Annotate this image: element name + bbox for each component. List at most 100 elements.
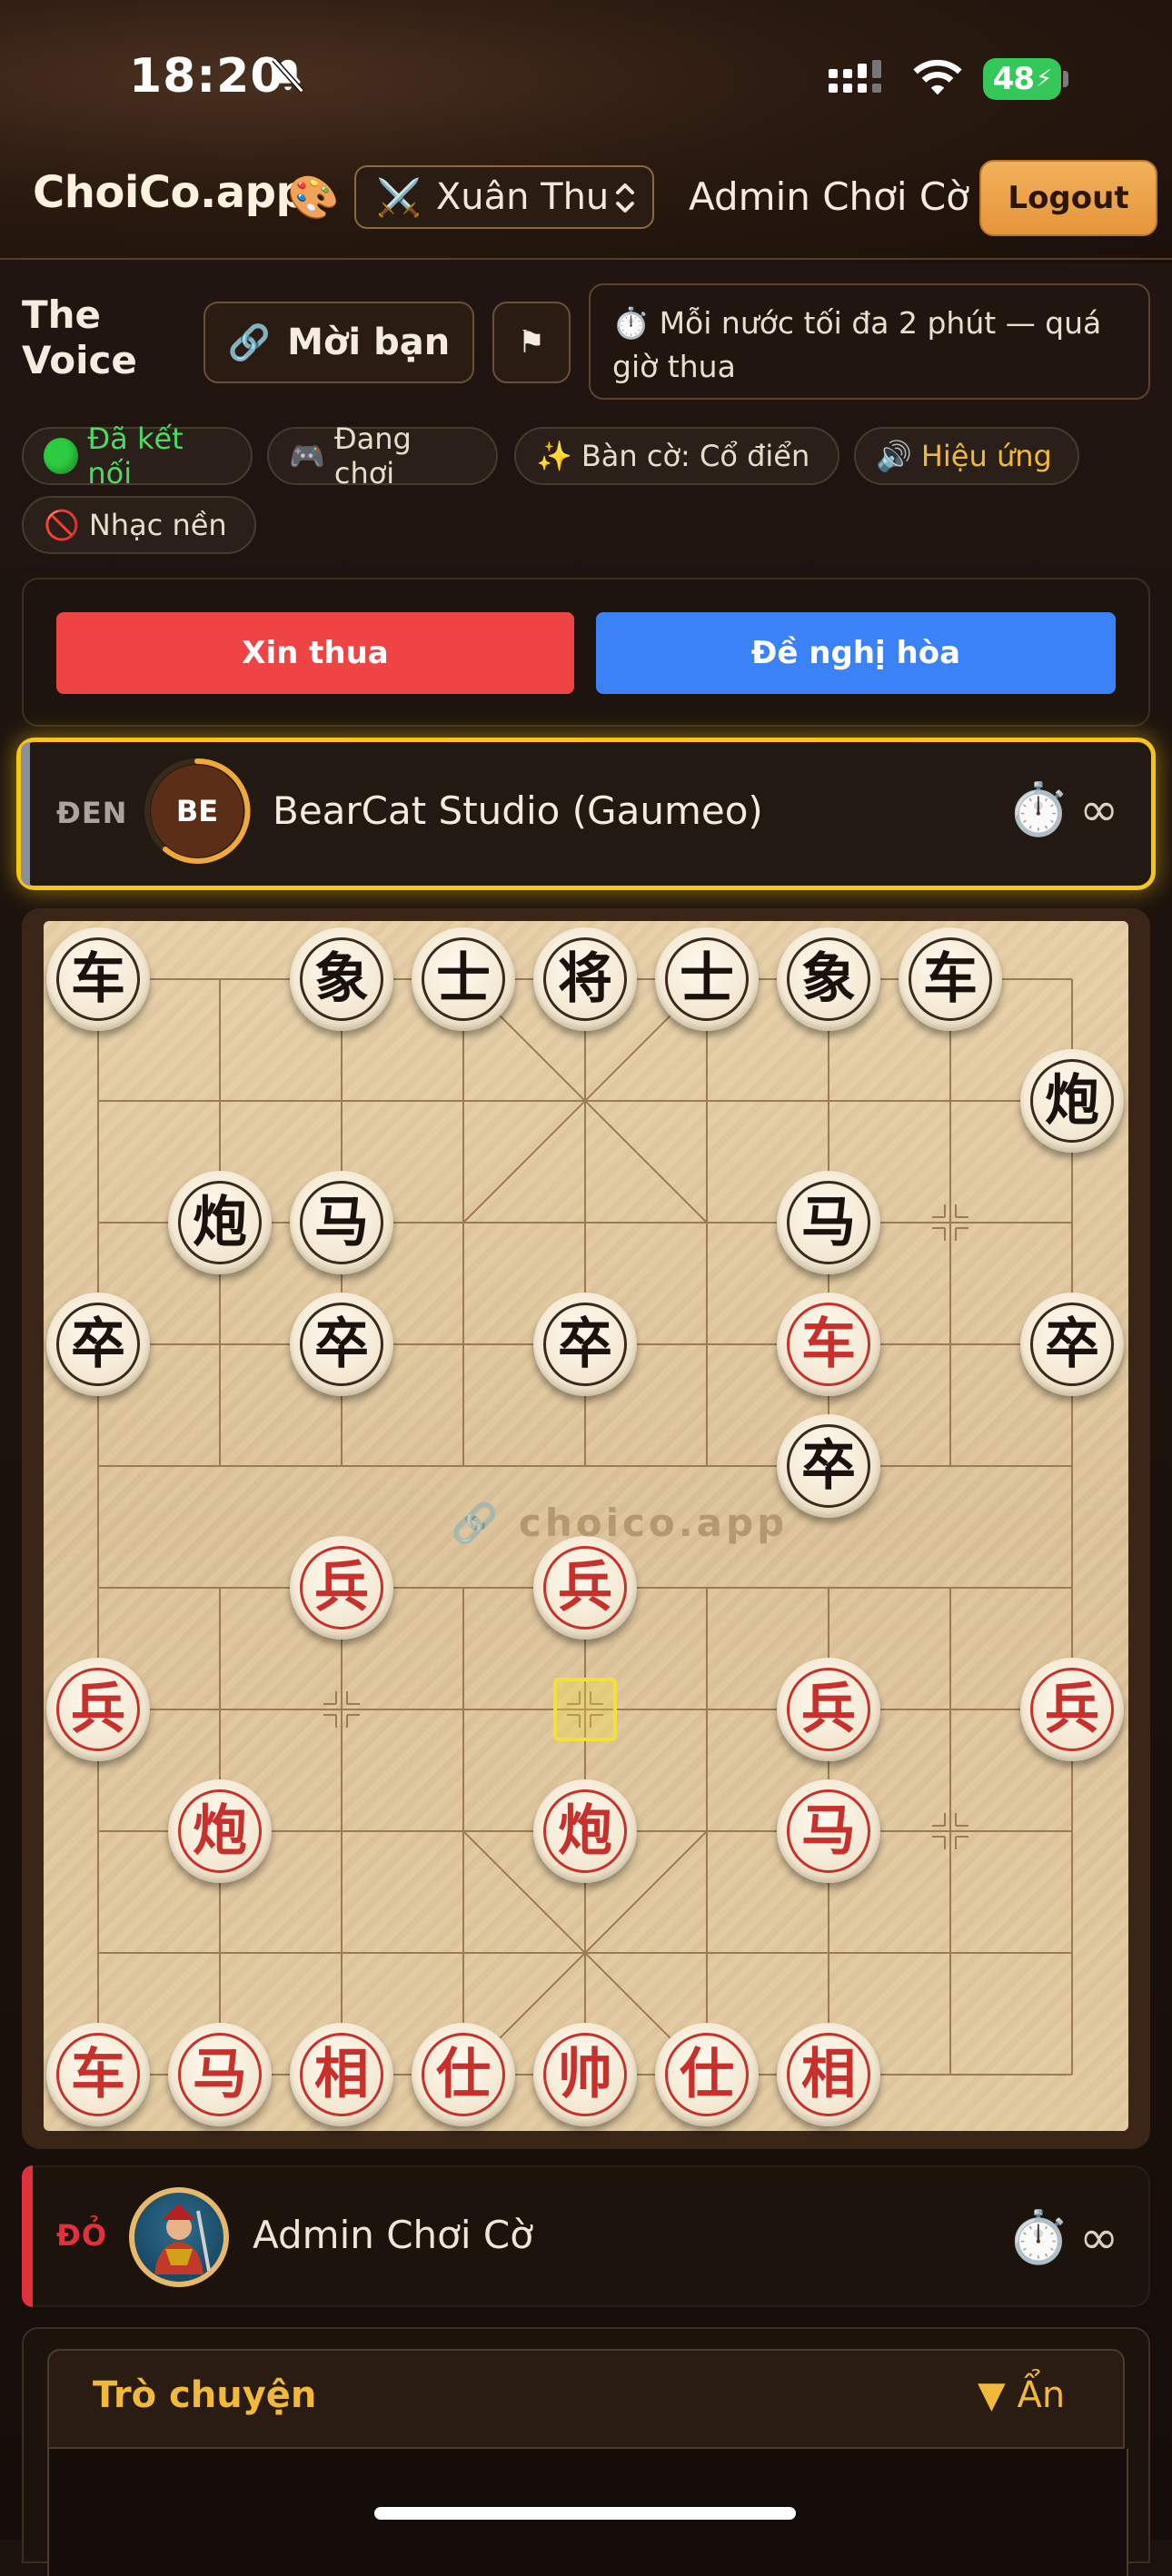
link-icon: 🔗 (227, 322, 272, 362)
piece-black[interactable]: 炮 (1020, 1049, 1124, 1153)
battery-cap (1063, 71, 1068, 87)
piece-black[interactable]: 卒 (1020, 1293, 1124, 1396)
stopwatch-icon: ⏱️ (1007, 780, 1070, 839)
flag-button[interactable]: ⚑ (492, 302, 571, 383)
piece-label: 士 (422, 937, 505, 1021)
piece-red[interactable]: 相 (777, 2023, 880, 2126)
piece-black[interactable]: 象 (777, 927, 880, 1031)
piece-label: 炮 (1030, 1059, 1114, 1143)
piece-black[interactable]: 马 (290, 1171, 393, 1274)
invite-friend-button[interactable]: 🔗 Mời bạn (204, 302, 474, 383)
red-side-strip (22, 2165, 33, 2307)
piece-label: 相 (300, 2033, 383, 2116)
board-style-label: Bàn cờ: Cổ điển (581, 439, 810, 473)
piece-label: 卒 (56, 1303, 140, 1386)
piece-red[interactable]: 兵 (1020, 1658, 1124, 1761)
piece-red[interactable]: 车 (46, 2023, 150, 2126)
room-select[interactable]: ⚔️ Xuân Thu (354, 165, 654, 229)
battery-charging-icon: 48 ⚡ (983, 58, 1061, 100)
invite-label: Mời bạn (287, 322, 451, 363)
piece-label: 象 (787, 937, 870, 1021)
sound-effects-label: Hiệu ứng (920, 439, 1052, 473)
swords-icon: ⚔️ (376, 176, 422, 219)
speaker-icon: 🔊 (876, 439, 912, 473)
piece-red[interactable]: 炮 (168, 1779, 272, 1883)
piece-red[interactable]: 兵 (290, 1536, 393, 1640)
piece-black[interactable]: 卒 (777, 1414, 880, 1518)
app-logo[interactable]: ChoiCo.app (33, 167, 307, 218)
red-player-name: Admin Chơi Cờ (253, 2213, 533, 2257)
piece-black[interactable]: 士 (655, 927, 759, 1031)
flag-icon: ⚑ (517, 324, 546, 361)
red-player-avatar (129, 2187, 229, 2287)
piece-label: 马 (300, 1181, 383, 1264)
black-player-name: BearCat Studio (Gaumeo) (273, 788, 763, 833)
piece-label: 兵 (1030, 1668, 1114, 1751)
board-style-chip[interactable]: ✨ Bàn cờ: Cổ điển (514, 427, 839, 485)
resign-button[interactable]: Xin thua (56, 612, 574, 694)
offer-draw-button[interactable]: Đề nghị hòa (596, 612, 1116, 694)
piece-red[interactable]: 马 (777, 1779, 880, 1883)
bell-slash-icon (272, 57, 304, 94)
piece-label: 士 (665, 937, 749, 1021)
sparkles-icon: ✨ (536, 439, 572, 473)
connection-status-label: Đã kết nối (87, 421, 184, 490)
piece-label: 车 (909, 937, 992, 1021)
signal-icon (829, 60, 881, 93)
background-music-label: Nhạc nền (88, 508, 227, 542)
piece-black[interactable]: 马 (777, 1171, 880, 1274)
piece-label: 兵 (300, 1546, 383, 1630)
room-select-value: Xuân Thu (435, 176, 610, 218)
piece-black[interactable]: 士 (412, 927, 515, 1031)
piece-red[interactable]: 仕 (655, 2023, 759, 2126)
piece-red[interactable]: 兵 (46, 1658, 150, 1761)
black-player-avatar: BE (151, 765, 243, 857)
wifi-icon (913, 59, 962, 95)
piece-label: 仕 (422, 2033, 505, 2116)
logout-button[interactable]: Logout (979, 160, 1157, 236)
voice-label-line1: The (22, 292, 102, 337)
piece-red[interactable]: 马 (168, 2023, 272, 2126)
piece-red[interactable]: 兵 (533, 1536, 637, 1640)
current-user-name: Admin Chơi Cờ (689, 174, 969, 219)
piece-red[interactable]: 炮 (533, 1779, 637, 1883)
piece-black[interactable]: 卒 (290, 1293, 393, 1396)
piece-black[interactable]: 卒 (46, 1293, 150, 1396)
piece-label: 马 (178, 2033, 262, 2116)
status-time: 18:20 (129, 49, 284, 104)
piece-label: 马 (787, 1789, 870, 1873)
piece-black[interactable]: 将 (533, 927, 637, 1031)
piece-label: 仕 (665, 2033, 749, 2116)
piece-label: 马 (787, 1181, 870, 1264)
sound-effects-toggle[interactable]: 🔊 Hiệu ứng (854, 427, 1079, 485)
connection-status-chip: Đã kết nối (22, 421, 253, 490)
gamepad-icon: 🎮 (289, 439, 325, 473)
piece-red[interactable]: 帅 (533, 2023, 637, 2126)
piece-label: 卒 (1030, 1303, 1114, 1386)
piece-red[interactable]: 兵 (777, 1658, 880, 1761)
piece-red[interactable]: 相 (290, 2023, 393, 2126)
piece-label: 炮 (178, 1181, 262, 1264)
piece-label: 相 (787, 2033, 870, 2116)
prohibited-icon: 🚫 (44, 508, 80, 542)
piece-label: 卒 (543, 1303, 627, 1386)
piece-black[interactable]: 卒 (533, 1293, 637, 1396)
chat-hide-toggle[interactable]: ▼ Ẩn (978, 2374, 1065, 2416)
black-side-label: ĐEN (56, 796, 128, 830)
piece-red[interactable]: 车 (777, 1293, 880, 1396)
piece-black[interactable]: 象 (290, 927, 393, 1031)
game-status-chip: 🎮 Đang chơi (267, 421, 498, 490)
background-music-toggle[interactable]: 🚫 Nhạc nền (22, 496, 256, 554)
piece-label: 兵 (56, 1668, 140, 1751)
piece-red[interactable]: 仕 (412, 2023, 515, 2126)
piece-black[interactable]: 车 (46, 927, 150, 1031)
voice-label: The Voice (22, 292, 137, 383)
piece-label: 卒 (787, 1424, 870, 1508)
piece-label: 帅 (543, 2033, 627, 2116)
board-watermark: 🔗 choico.app (451, 1501, 789, 1545)
piece-black[interactable]: 车 (899, 927, 1002, 1031)
home-indicator (374, 2507, 796, 2520)
piece-black[interactable]: 炮 (168, 1171, 272, 1274)
piece-label: 车 (787, 1303, 870, 1386)
piece-label: 兵 (543, 1546, 627, 1630)
